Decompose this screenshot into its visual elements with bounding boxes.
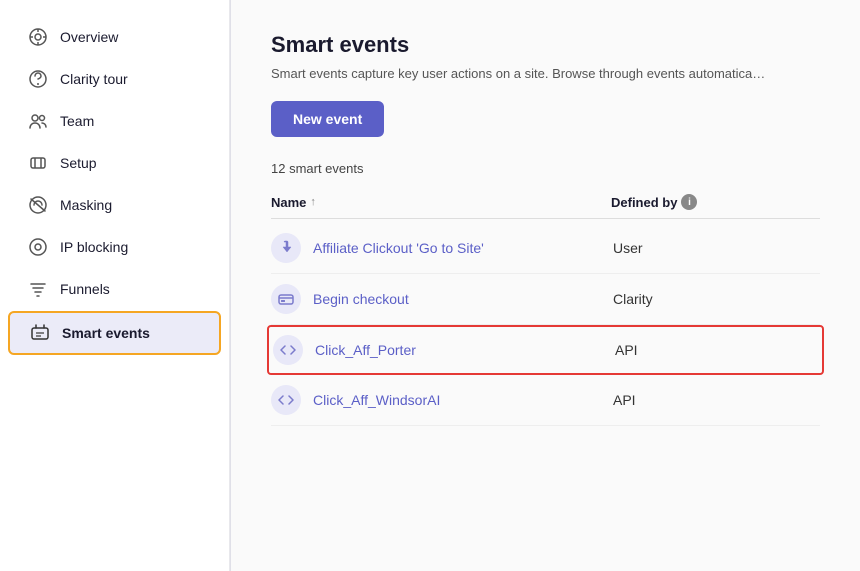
sidebar-item-label: IP blocking (60, 239, 128, 255)
sidebar-item-label: Masking (60, 197, 112, 213)
column-defined-header: Defined by i (611, 194, 697, 210)
overview-icon (28, 27, 48, 47)
sidebar-item-label: Smart events (62, 325, 150, 341)
event-count: 12 smart events (271, 161, 820, 176)
masking-icon (28, 195, 48, 215)
funnels-icon (28, 279, 48, 299)
row-defined-by: API (613, 392, 636, 408)
sidebar-item-ip-blocking[interactable]: IP blocking (8, 227, 221, 267)
table-row[interactable]: Begin checkout Clarity (271, 274, 820, 325)
sidebar-item-smart-events[interactable]: Smart events (8, 311, 221, 355)
sidebar-item-label: Funnels (60, 281, 110, 297)
row-event-name[interactable]: Affiliate Clickout 'Go to Site' (313, 240, 613, 256)
page-title: Smart events (271, 32, 820, 58)
col-defined-label: Defined by (611, 195, 677, 210)
row-defined-by: User (613, 240, 643, 256)
info-icon[interactable]: i (681, 194, 697, 210)
ip-blocking-icon (28, 237, 48, 257)
sidebar: Overview Clarity tour Team (0, 0, 230, 571)
clarity-tour-icon (28, 69, 48, 89)
sidebar-item-label: Overview (60, 29, 118, 45)
smart-events-icon (30, 323, 50, 343)
row-event-name[interactable]: Click_Aff_Porter (315, 342, 615, 358)
sidebar-item-setup[interactable]: Setup (8, 143, 221, 183)
table-header: Name ↑ Defined by i (271, 188, 820, 219)
sidebar-item-clarity-tour[interactable]: Clarity tour (8, 59, 221, 99)
sidebar-item-label: Setup (60, 155, 97, 171)
col-name-label: Name (271, 195, 306, 210)
sidebar-item-funnels[interactable]: Funnels (8, 269, 221, 309)
column-name-header[interactable]: Name ↑ (271, 195, 611, 210)
main-content: Smart events Smart events capture key us… (231, 0, 860, 571)
sidebar-item-label: Team (60, 113, 94, 129)
table-row-highlighted[interactable]: Click_Aff_Porter API (267, 325, 824, 375)
table-row[interactable]: Affiliate Clickout 'Go to Site' User (271, 223, 820, 274)
sidebar-item-team[interactable]: Team (8, 101, 221, 141)
row-icon-card (271, 284, 301, 314)
row-defined-by: Clarity (613, 291, 653, 307)
table-row[interactable]: Click_Aff_WindsorAI API (271, 375, 820, 426)
row-event-name[interactable]: Click_Aff_WindsorAI (313, 392, 613, 408)
team-icon (28, 111, 48, 131)
sidebar-item-label: Clarity tour (60, 71, 128, 87)
row-icon-code (273, 335, 303, 365)
setup-icon (28, 153, 48, 173)
row-event-name[interactable]: Begin checkout (313, 291, 613, 307)
sort-icon[interactable]: ↑ (310, 196, 316, 208)
row-icon-code (271, 385, 301, 415)
sidebar-item-overview[interactable]: Overview (8, 17, 221, 57)
row-defined-by: API (615, 342, 638, 358)
sidebar-item-masking[interactable]: Masking (8, 185, 221, 225)
row-icon-click (271, 233, 301, 263)
page-description: Smart events capture key user actions on… (271, 66, 820, 81)
new-event-button[interactable]: New event (271, 101, 384, 137)
